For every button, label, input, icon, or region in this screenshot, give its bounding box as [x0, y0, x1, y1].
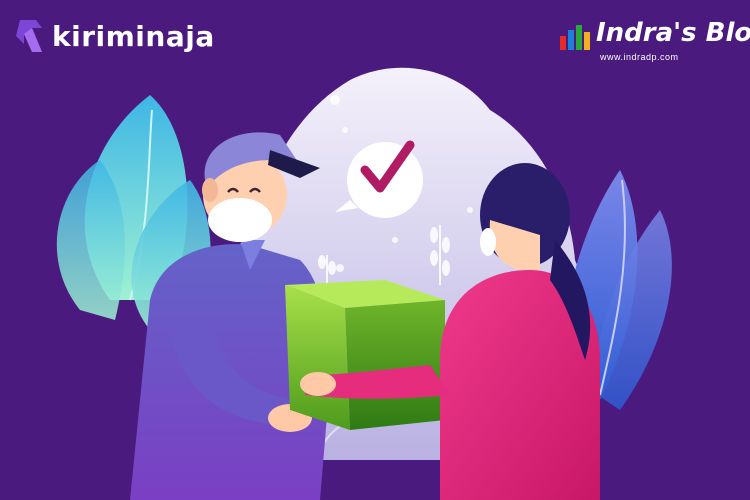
watermark-title: Indra's Blog: [596, 18, 750, 48]
bar-chart-logo-icon: [560, 25, 590, 50]
delivery-illustration: [56, 67, 672, 500]
package-box: [285, 280, 445, 430]
watermark-logo: Indra's Blog www.indradp.com: [560, 18, 750, 68]
brand-arrow-icon: [16, 20, 42, 52]
brand-name: kiriminaja: [52, 19, 215, 53]
watermark-url: www.indradp.com: [600, 52, 679, 62]
brand-logo: kiriminaja: [12, 12, 215, 60]
